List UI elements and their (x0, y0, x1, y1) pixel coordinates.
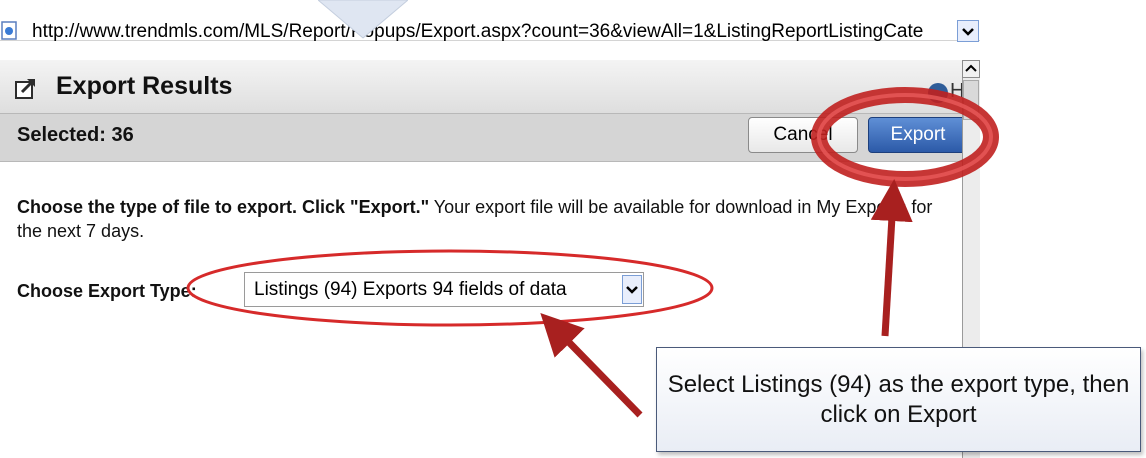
export-button[interactable]: Export (868, 117, 968, 153)
address-url[interactable]: http://www.trendmls.com/MLS/Report/Popup… (32, 21, 956, 43)
callout-text: Select Listings (94) as the export type,… (667, 371, 1130, 428)
export-type-dropdown-button[interactable] (622, 275, 642, 304)
cancel-button[interactable]: Cancel (748, 117, 858, 153)
export-type-value[interactable]: Listings (94) Exports 94 fields of data (254, 279, 567, 301)
export-icon (15, 78, 36, 99)
dialog-title: Export Results (56, 72, 233, 100)
arrow-to-select (540, 312, 643, 418)
help-icon[interactable] (928, 83, 948, 103)
address-dropdown-button[interactable] (957, 20, 979, 42)
help-link[interactable]: Help (950, 80, 962, 103)
chevron-down-icon (962, 28, 974, 36)
export-instructions: Choose the type of file to export. Click… (17, 195, 962, 243)
selected-count: Selected: 36 (17, 124, 134, 146)
screenshot-root: http://www.trendmls.com/MLS/Report/Popup… (0, 0, 1146, 458)
instructions-emphasis: Choose the type of file to export. Click… (17, 197, 430, 217)
chevron-down-icon (626, 286, 638, 294)
scroll-up-button[interactable] (962, 60, 980, 78)
scroll-thumb[interactable] (963, 80, 979, 120)
export-type-label: Choose Export Type: (17, 281, 197, 301)
callout-pointer-top (318, 0, 408, 39)
page-icon (1, 21, 17, 40)
chevron-up-icon (965, 64, 977, 72)
